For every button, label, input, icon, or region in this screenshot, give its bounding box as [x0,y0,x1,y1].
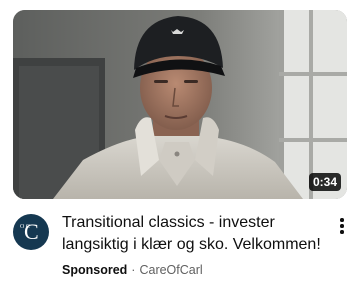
channel-name[interactable]: CareOfCarl [139,263,202,277]
video-subline: Sponsored · CareOfCarl [62,261,203,279]
video-duration-badge: 0:34 [308,173,341,191]
video-title[interactable]: Transitional classics - invester langsik… [62,212,324,256]
channel-avatar[interactable]: O C C [13,214,49,250]
more-vert-icon [340,216,344,237]
sponsored-badge: Sponsored [62,263,128,277]
video-details: O C C Transitional classics - invester l… [13,210,347,280]
more-options-button[interactable] [333,214,351,238]
thumbnail-image [13,10,347,199]
separator-dot: · [131,263,136,277]
avatar-monogram: C [24,219,39,244]
video-thumbnail[interactable]: 0:34 [13,10,347,199]
careofcarl-logo-icon: O C C [13,214,49,250]
